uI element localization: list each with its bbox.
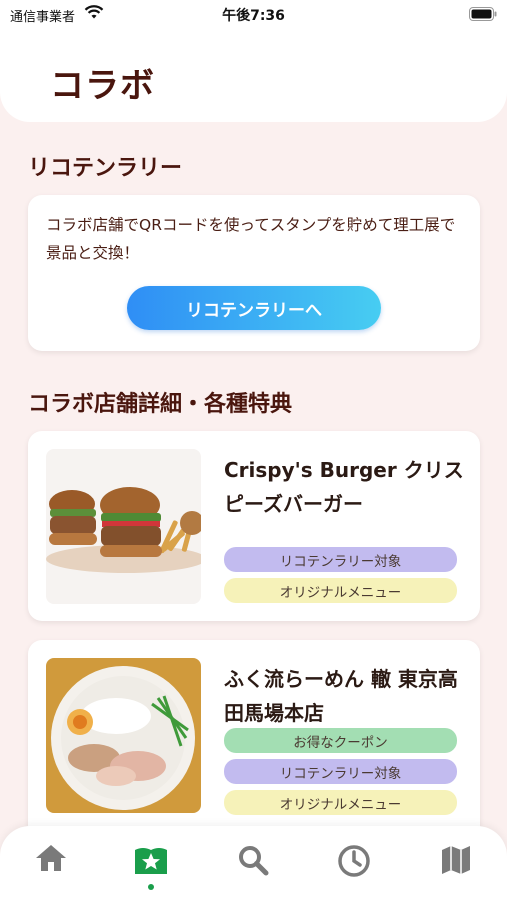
tab-home[interactable] <box>31 844 71 884</box>
tag-coupon: お得なクーポン <box>224 728 457 753</box>
search-icon <box>239 846 269 876</box>
shop-tags: お得なクーポン リコテンラリー対象 オリジナルメニュー <box>224 728 457 821</box>
rally-button[interactable]: リコテンラリーへ <box>127 286 381 330</box>
tag-original-menu: オリジナルメニュー <box>224 578 457 603</box>
tab-map[interactable] <box>436 844 476 884</box>
ramen-photo <box>46 658 201 813</box>
shop-card-fukuryu-ramen[interactable]: ふく流らーめん 轍 東京高田馬場本店 お得なクーポン リコテンラリー対象 オリジ… <box>28 640 480 840</box>
rally-description: コラボ店舗でQRコードを使ってスタンプを貯めて理工展で景品と交換！ <box>46 216 456 262</box>
battery-icon <box>469 6 497 25</box>
shops-section-title: コラボ店舗詳細・各種特典 <box>28 392 293 417</box>
home-icon <box>36 845 66 871</box>
tab-collab[interactable] <box>131 844 171 884</box>
status-bar: 通信事業者 午後7:36 <box>0 0 507 28</box>
shop-name: Crispy's Burger クリスピーズバーガー <box>224 458 464 516</box>
clock-icon <box>338 845 370 877</box>
tag-original-menu: オリジナルメニュー <box>224 790 457 815</box>
tab-search[interactable] <box>233 844 273 884</box>
page-content: リコテンラリー コラボ店舗でQRコードを使ってスタンプを貯めて理工展で景品と交換… <box>0 0 507 900</box>
map-icon <box>442 846 470 874</box>
rally-section-title: リコテンラリー <box>28 156 183 181</box>
tab-history[interactable] <box>334 844 374 884</box>
tab-bar <box>0 826 507 900</box>
shop-card-crispys-burger[interactable]: Crispy's Burger クリスピーズバーガー リコテンラリー対象 オリジ… <box>28 431 480 621</box>
shop-tags: リコテンラリー対象 オリジナルメニュー <box>224 547 457 609</box>
active-tab-indicator <box>148 884 154 890</box>
shop-name: ふく流らーめん 轍 東京高田馬場本店 <box>224 667 458 725</box>
tag-rally: リコテンラリー対象 <box>224 759 457 784</box>
rally-card: コラボ店舗でQRコードを使ってスタンプを貯めて理工展で景品と交換！ リコテンラリ… <box>28 195 480 351</box>
tag-rally: リコテンラリー対象 <box>224 547 457 572</box>
page-title: コラボ <box>50 66 155 106</box>
star-badge-icon <box>135 848 167 874</box>
burger-photo <box>46 449 201 604</box>
status-time: 午後7:36 <box>222 8 285 24</box>
